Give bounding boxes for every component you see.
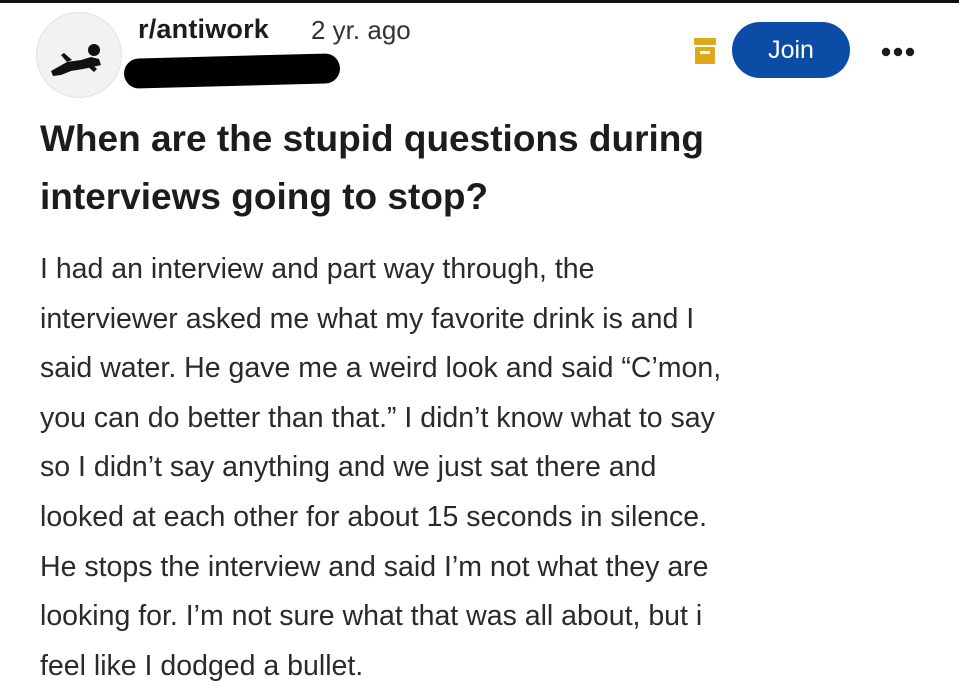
subreddit-avatar[interactable] xyxy=(36,12,122,98)
post-body-line: looking for. I’m not sure what that was … xyxy=(40,600,703,633)
reclining-figure-icon xyxy=(51,44,101,76)
post-title-line: interviews going to stop? xyxy=(40,176,489,217)
post-body-line: interviewer asked me what my favorite dr… xyxy=(40,302,695,335)
join-button[interactable]: Join xyxy=(732,22,850,78)
post-body-line: He stops the interview and said I’m not … xyxy=(40,550,709,583)
post-age: 2 yr. ago xyxy=(311,15,411,45)
more-options-icon[interactable] xyxy=(880,45,916,57)
post-body-line: looked at each other for about 15 second… xyxy=(40,500,708,533)
post-body: I had an interview and part way through,… xyxy=(40,245,940,691)
subreddit-name[interactable]: r/antiwork xyxy=(138,14,269,45)
post-title[interactable]: When are the stupid questions during int… xyxy=(40,110,920,226)
redacted-username xyxy=(123,53,341,89)
post-body-line: so I didn’t say anything and we just sat… xyxy=(40,451,657,484)
post-header: r/antiwork 2 yr. ago Join xyxy=(0,0,959,100)
post-body-line: you can do better than that.” I didn’t k… xyxy=(40,401,715,434)
post-body-line: I had an interview and part way through,… xyxy=(40,253,595,285)
post-body-line: said water. He gave me a weird look and … xyxy=(40,352,722,385)
archive-box-icon xyxy=(694,38,716,64)
post-body-line: feel like I dodged a bullet. xyxy=(40,649,364,682)
post-title-line: When are the stupid questions during xyxy=(40,118,704,159)
